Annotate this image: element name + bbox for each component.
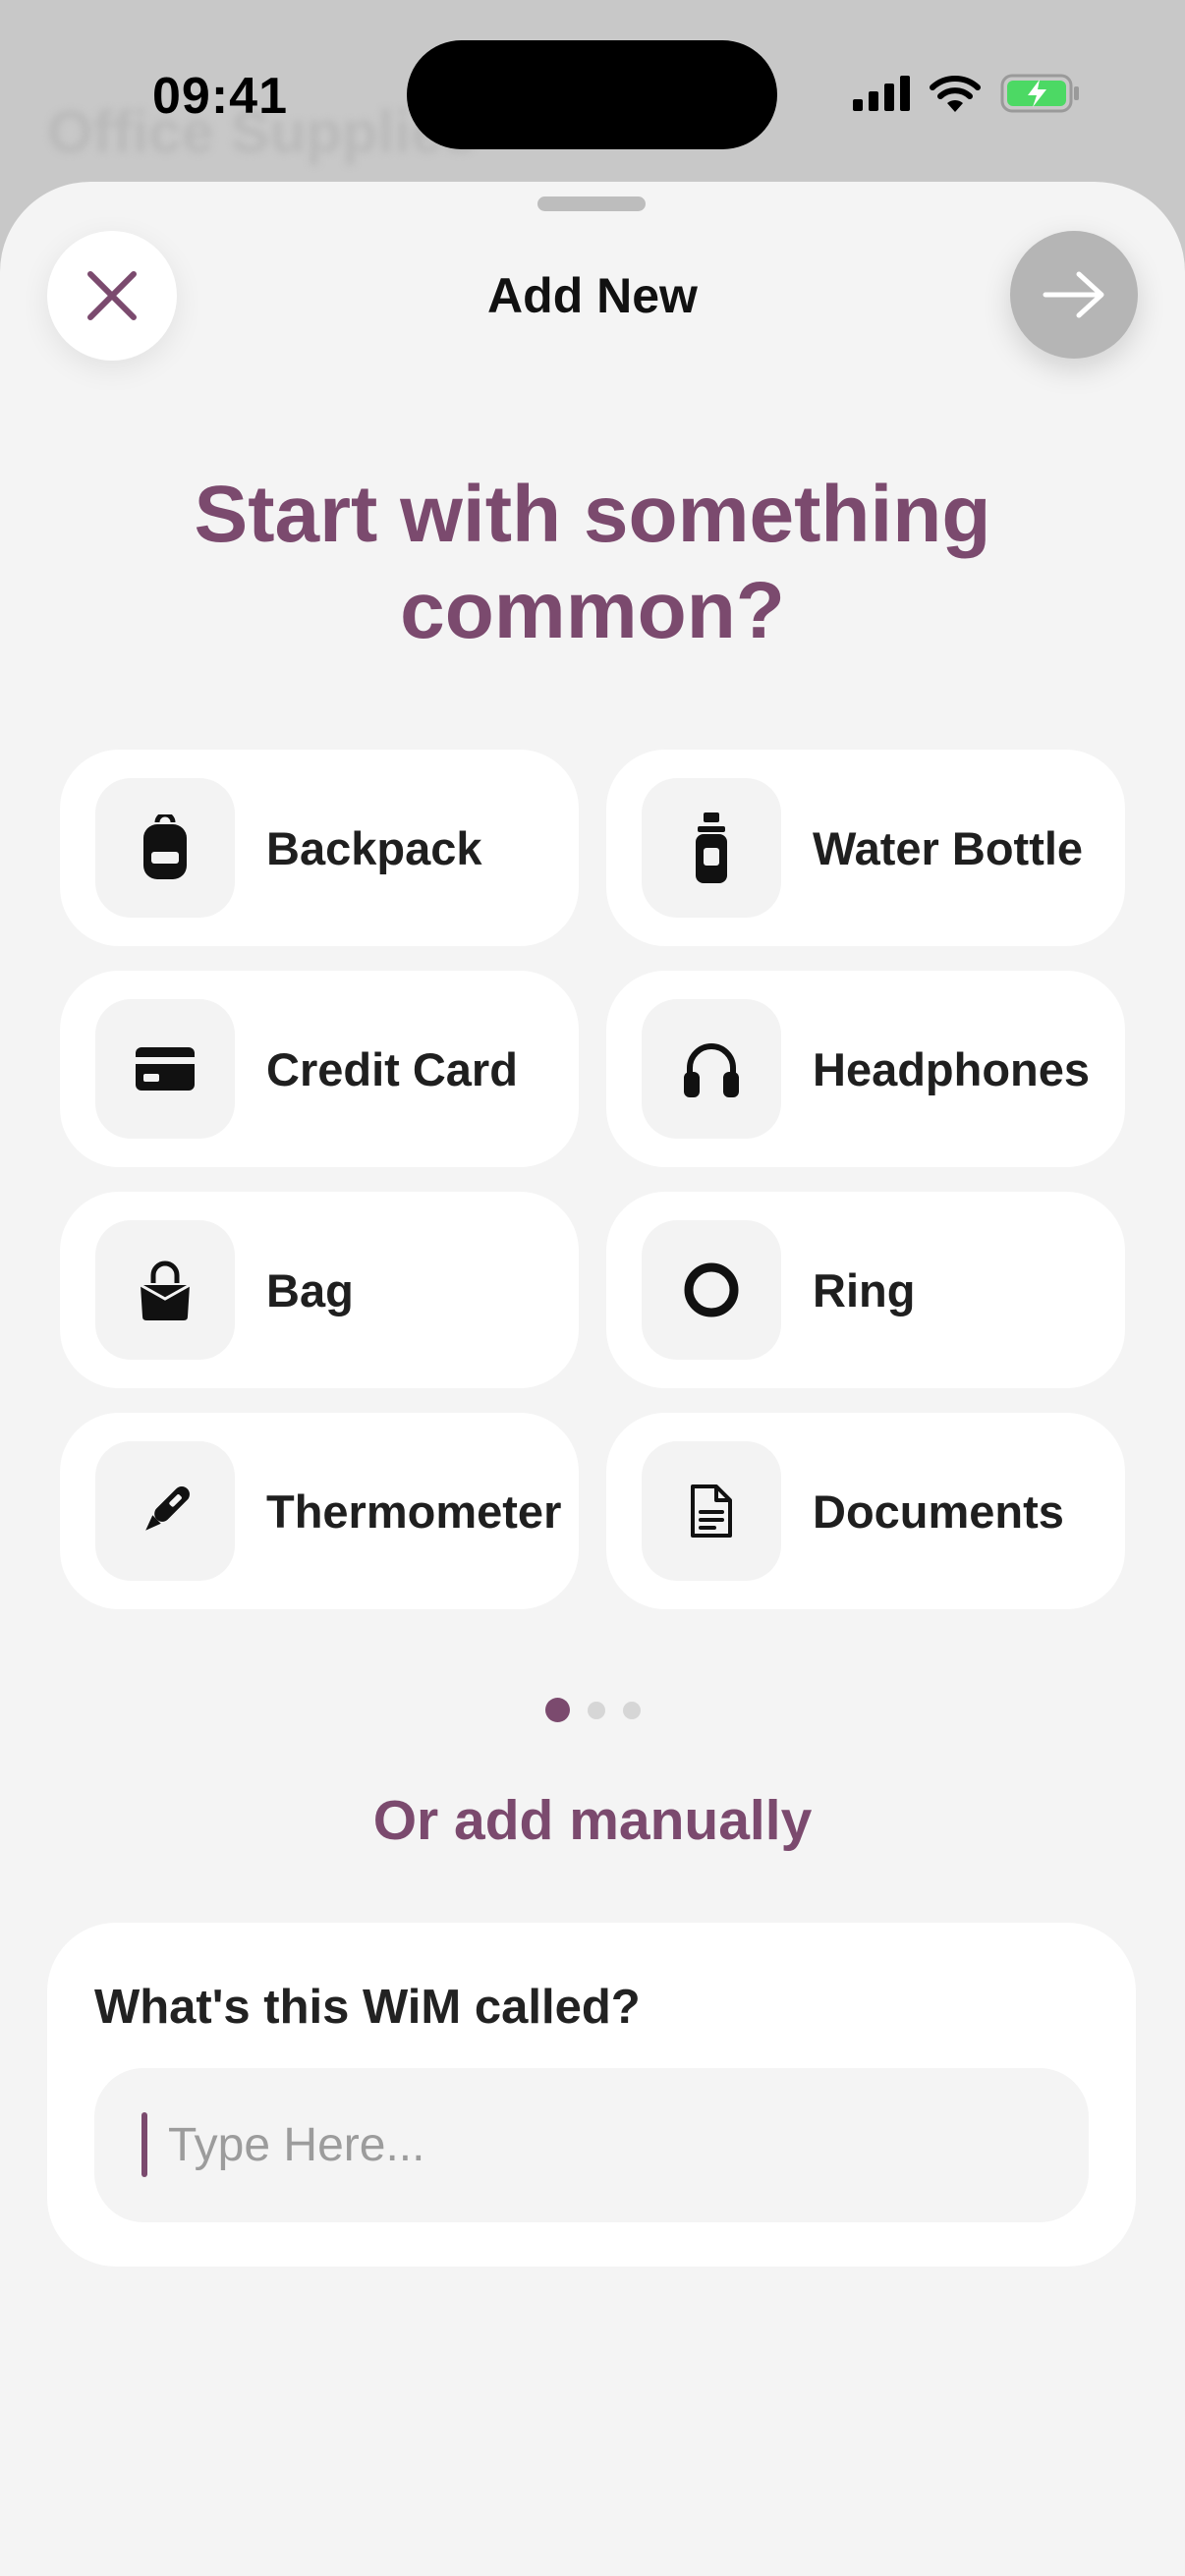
headphones-icon — [642, 999, 781, 1139]
manual-heading: Or add manually — [372, 1789, 813, 1852]
suggestion-label: Bag — [266, 1263, 354, 1316]
credit-card-icon — [95, 999, 235, 1139]
suggestion-credit-card[interactable]: Credit Card — [60, 971, 579, 1167]
battery-charging-icon — [1000, 74, 1079, 113]
suggestion-label: Thermometer — [266, 1484, 562, 1538]
sheet-grabber[interactable] — [537, 196, 646, 211]
text-caret — [141, 2112, 147, 2177]
arrow-right-icon — [1043, 271, 1104, 318]
dynamic-island — [407, 40, 777, 149]
suggestion-water-bottle[interactable]: Water Bottle — [606, 750, 1125, 946]
name-input[interactable] — [168, 2068, 1052, 2222]
suggestion-label: Ring — [813, 1263, 916, 1316]
water-bottle-icon — [642, 778, 781, 918]
wifi-icon — [930, 76, 981, 112]
status-bar: 09:41 — [0, 0, 1185, 182]
cellular-signal-icon — [853, 76, 910, 111]
suggestion-label: Credit Card — [266, 1042, 518, 1095]
name-card: What's this WiM called? — [47, 1923, 1136, 2267]
name-input-container[interactable] — [94, 2068, 1089, 2222]
suggestion-thermometer[interactable]: Thermometer — [60, 1413, 579, 1609]
page-dot-1[interactable] — [544, 1698, 570, 1722]
name-field-label: What's this WiM called? — [94, 1981, 641, 2034]
suggestion-headline: Start with something common? — [194, 470, 991, 655]
page-dot-3[interactable] — [622, 1701, 641, 1719]
suggestion-headphones[interactable]: Headphones — [606, 971, 1125, 1167]
backpack-icon — [95, 778, 235, 918]
add-new-sheet: Add New Start with something common? Bac… — [0, 182, 1185, 2576]
document-icon — [642, 1441, 781, 1581]
handbag-icon — [95, 1220, 235, 1360]
status-icons — [853, 74, 1081, 113]
suggestion-label: Headphones — [813, 1042, 1091, 1095]
page-dot-2[interactable] — [587, 1701, 605, 1719]
suggestion-bag[interactable]: Bag — [60, 1192, 579, 1388]
suggestion-label: Documents — [813, 1484, 1064, 1538]
suggestion-label: Water Bottle — [813, 821, 1084, 874]
thermometer-icon — [95, 1441, 235, 1581]
sheet-title: Add New — [487, 268, 698, 323]
suggestion-grid: Backpack Water Bottle Credit Card Headph… — [60, 750, 1125, 1609]
suggestion-label: Backpack — [266, 821, 482, 874]
status-time: 09:41 — [152, 68, 288, 125]
page-indicator[interactable] — [0, 1698, 1185, 1722]
ring-icon — [642, 1220, 781, 1360]
suggestion-backpack[interactable]: Backpack — [60, 750, 579, 946]
suggestion-ring[interactable]: Ring — [606, 1192, 1125, 1388]
suggestion-documents[interactable]: Documents — [606, 1413, 1125, 1609]
next-button[interactable] — [1010, 231, 1138, 359]
